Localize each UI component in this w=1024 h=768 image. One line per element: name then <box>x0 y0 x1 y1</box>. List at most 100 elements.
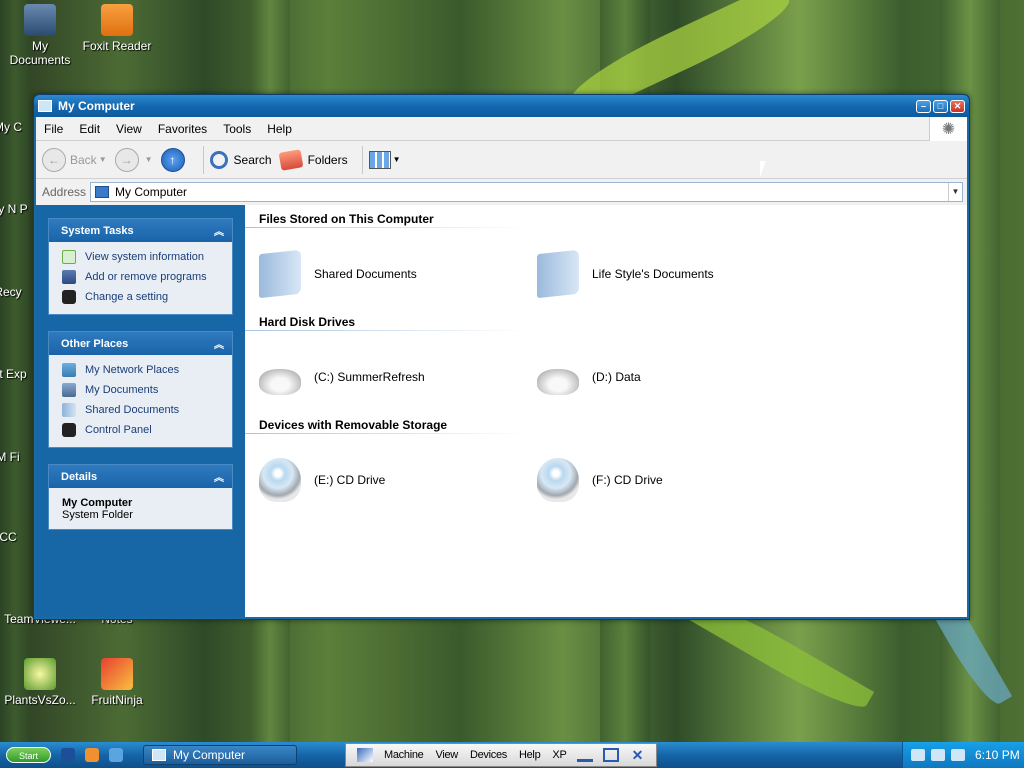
minimize-button[interactable]: – <box>916 99 931 113</box>
up-arrow-icon: ↑ <box>160 147 185 172</box>
clock[interactable]: 6:10 PM <box>975 748 1020 762</box>
address-label: Address <box>42 185 87 199</box>
vm-menu-help[interactable]: Help <box>519 749 541 761</box>
computer-icon <box>152 749 166 761</box>
my-documents-icon <box>24 4 56 36</box>
other-places-panel: Other Places ︽ My Network Places My Docu… <box>48 331 233 448</box>
close-button[interactable]: ✕ <box>950 99 965 113</box>
network-tray-icon[interactable] <box>911 749 925 761</box>
panel-body: My Computer System Folder <box>49 488 232 529</box>
item-life-styles-documents[interactable]: Life Style's Documents <box>537 249 815 299</box>
item-drive-c[interactable]: (C:) SummerRefresh <box>259 359 537 395</box>
show-desktop-icon[interactable] <box>61 748 75 762</box>
hard-disk-icon <box>259 369 301 395</box>
place-control-panel[interactable]: Control Panel <box>62 420 222 440</box>
section-title: Hard Disk Drives <box>259 315 356 329</box>
collapse-chevron-icon[interactable]: ︽ <box>214 469 224 484</box>
taskbar-button-my-computer[interactable]: My Computer <box>143 745 297 765</box>
task-label: Add or remove programs <box>85 271 207 283</box>
desktop-icon-my-documents[interactable]: My Documents <box>1 4 79 67</box>
folder-icon <box>62 403 76 417</box>
details-panel: Details ︽ My Computer System Folder <box>48 464 233 530</box>
section-title: Files Stored on This Computer <box>259 212 434 226</box>
item-row: Shared Documents Life Style's Documents <box>259 236 967 312</box>
task-change-setting[interactable]: Change a setting <box>62 287 222 307</box>
title-bar[interactable]: My Computer – □ ✕ <box>34 95 969 117</box>
item-drive-e[interactable]: (E:) CD Drive <box>259 458 537 502</box>
views-dropdown-icon: ▼ <box>392 155 401 164</box>
item-shared-documents[interactable]: Shared Documents <box>259 249 537 299</box>
address-value[interactable]: My Computer <box>115 185 948 199</box>
my-documents-icon <box>62 383 76 397</box>
back-button[interactable]: ← Back ▼ <box>42 147 107 172</box>
address-bar: Address My Computer ▼ <box>36 179 967 205</box>
volume-tray-icon[interactable] <box>931 749 945 761</box>
panel-title: System Tasks <box>61 224 134 237</box>
control-panel-icon <box>62 290 76 304</box>
views-icon <box>368 150 391 169</box>
place-shared-documents[interactable]: Shared Documents <box>62 400 222 420</box>
place-my-documents[interactable]: My Documents <box>62 380 222 400</box>
item-drive-d[interactable]: (D:) Data <box>537 359 815 395</box>
panel-body: View system information Add or remove pr… <box>49 242 232 314</box>
panel-body: My Network Places My Documents Shared Do… <box>49 355 232 447</box>
vm-menu-view[interactable]: View <box>435 749 458 761</box>
place-label: Shared Documents <box>85 404 180 416</box>
details-type: System Folder <box>62 509 133 521</box>
item-label: Shared Documents <box>314 267 417 281</box>
place-label: My Documents <box>85 384 159 396</box>
menu-tools[interactable]: Tools <box>215 122 259 136</box>
menu-view[interactable]: View <box>108 122 150 136</box>
desktop-icon-foxit-reader[interactable]: Foxit Reader <box>78 4 156 53</box>
vm-minimize-icon[interactable] <box>577 748 594 762</box>
menu-help[interactable]: Help <box>259 122 300 136</box>
item-label: (E:) CD Drive <box>314 473 386 487</box>
start-button[interactable]: Start <box>6 747 51 763</box>
file-view: Files Stored on This Computer Shared Doc… <box>245 205 967 617</box>
other-places-header[interactable]: Other Places ︽ <box>49 332 232 355</box>
back-dropdown-icon[interactable]: ▼ <box>99 155 107 164</box>
fruit-ninja-icon <box>101 658 133 690</box>
task-add-remove-programs[interactable]: Add or remove programs <box>62 267 222 287</box>
vm-menu-machine[interactable]: Machine <box>384 749 424 761</box>
collapse-chevron-icon[interactable]: ︽ <box>214 223 224 238</box>
task-view-system-information[interactable]: View system information <box>62 247 222 267</box>
firefox-quicklaunch-icon[interactable] <box>85 748 99 762</box>
computer-icon <box>38 100 52 112</box>
system-tasks-header[interactable]: System Tasks ︽ <box>49 219 232 242</box>
folders-button[interactable]: Folders <box>278 148 348 171</box>
search-label: Search <box>233 152 272 167</box>
window-switcher-icon[interactable] <box>109 748 123 762</box>
menu-bar: File Edit View Favorites Tools Help ✺ <box>36 117 967 141</box>
folder-icon <box>537 249 579 299</box>
collapse-chevron-icon[interactable]: ︽ <box>214 336 224 351</box>
menu-favorites[interactable]: Favorites <box>150 122 215 136</box>
cd-drive-icon <box>537 458 579 502</box>
details-header[interactable]: Details ︽ <box>49 465 232 488</box>
desktop-icon-plants-vs-zombies[interactable]: PlantsVsZo... <box>1 658 79 707</box>
desktop-icon-fruit-ninja[interactable]: FruitNinja <box>78 658 156 707</box>
system-tasks-panel: System Tasks ︽ View system information A… <box>48 218 233 315</box>
item-drive-f[interactable]: (F:) CD Drive <box>537 458 815 502</box>
vm-menu-bar: Machine View Devices Help XP ✕ <box>345 743 658 767</box>
window-title: My Computer <box>58 99 135 113</box>
address-dropdown-icon[interactable]: ▼ <box>948 183 962 201</box>
pin-icon[interactable] <box>357 748 373 762</box>
place-my-network-places[interactable]: My Network Places <box>62 360 222 380</box>
security-tray-icon[interactable] <box>951 749 965 761</box>
vm-menu-devices[interactable]: Devices <box>470 749 507 761</box>
menu-edit[interactable]: Edit <box>71 122 108 136</box>
address-field[interactable]: My Computer ▼ <box>90 182 963 202</box>
control-panel-icon <box>62 423 76 437</box>
place-label: Control Panel <box>85 424 152 436</box>
vm-restore-icon[interactable] <box>603 748 620 762</box>
forward-dropdown-icon[interactable]: ▼ <box>145 155 153 164</box>
views-button[interactable]: ▼ <box>368 150 401 169</box>
search-button[interactable]: Search <box>209 150 272 169</box>
vm-close-icon[interactable]: ✕ <box>629 748 645 762</box>
maximize-button[interactable]: □ <box>933 99 948 113</box>
up-button[interactable]: ↑ <box>160 147 189 172</box>
loading-throbber-icon: ✺ <box>929 117 967 141</box>
forward-button[interactable]: → ▼ <box>114 147 153 172</box>
menu-file[interactable]: File <box>36 122 71 136</box>
